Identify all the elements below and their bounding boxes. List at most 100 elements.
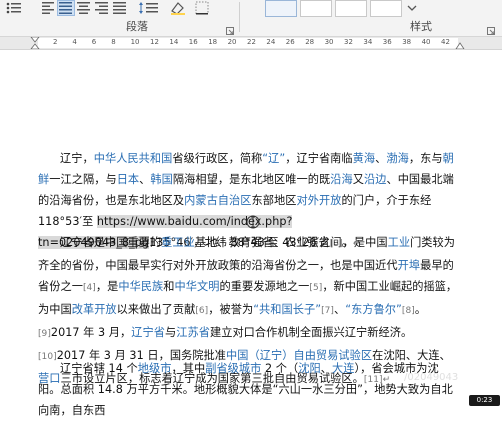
ruler-tick-label: 32 (344, 38, 353, 46)
link-chinese-civilization[interactable]: 中华文明 (175, 280, 220, 293)
text: 与 (165, 326, 177, 339)
text: 辽宁， (60, 152, 94, 165)
link-reform-opening[interactable]: 改革开放 (72, 303, 117, 316)
link-liaoning[interactable]: 辽宁省 (131, 326, 165, 339)
bullet-list-icon[interactable] (4, 0, 24, 16)
citation-mark[interactable]: [6] (195, 306, 208, 316)
text: 、 (334, 303, 346, 316)
horizontal-ruler[interactable]: 2 4 6 8 10 12 14 16 18 20 22 24 26 28 30 32 34 36 38 40 42 (0, 37, 502, 50)
line-spacing-icon[interactable] (137, 0, 161, 16)
link-yellow-sea[interactable]: 黄海 (353, 152, 375, 165)
ruler-tick-label: 34 (363, 38, 373, 46)
first-line-indent-marker-icon[interactable] (30, 37, 40, 49)
text-cursor-icon (246, 215, 260, 229)
align-left-icon[interactable] (40, 0, 58, 16)
text: 2017 年 3 月， (50, 326, 132, 339)
link-japan[interactable]: 日本 (117, 173, 139, 186)
link-bohai[interactable]: 渤海 (386, 152, 408, 165)
paragraph-group-label: 段落 (126, 20, 148, 33)
style-preview[interactable] (370, 0, 402, 17)
link-opening-up[interactable]: 对外开放 (296, 194, 341, 207)
text: 以来做出了贡献 (116, 303, 196, 316)
citation-mark[interactable]: [8] (402, 306, 415, 316)
text: 隔海相望，是东北地区唯一的既 (172, 173, 331, 186)
ruler-tick-label: 36 (382, 38, 392, 46)
link-republic-eldest-son[interactable]: “共和国长子” (253, 303, 321, 316)
text: 建立对口合作机制全面振兴辽宁新经济。 (209, 326, 413, 339)
citation-mark[interactable]: [3] (330, 239, 343, 249)
ribbon-divider (239, 2, 240, 32)
text: ，东与 (408, 152, 443, 165)
text: 基地、教育强省、农业强省 (194, 236, 330, 249)
shading-icon[interactable] (168, 0, 188, 16)
link-eastern-ruhr[interactable]: “东方鲁尔” (345, 303, 402, 316)
text: 东部地区 (251, 194, 297, 207)
citation-mark[interactable]: [4] (83, 283, 96, 293)
text: 2 个（ (261, 362, 299, 375)
video-timer: 0:23 (469, 395, 500, 406)
link-dalian[interactable]: 大连 (332, 362, 354, 375)
link-prefecture-city[interactable]: 地级市 (138, 362, 172, 375)
style-preview[interactable] (300, 0, 332, 17)
watermark-text: /02049043 (404, 372, 459, 383)
ruler-tick-label: 8 (111, 38, 116, 46)
style-preview[interactable] (335, 0, 367, 17)
link-south-korea[interactable]: 韩国 (150, 173, 172, 186)
link-coastal[interactable]: 沿海 (330, 173, 352, 186)
ruler-tick-label: 12 (150, 38, 159, 46)
link-inner-mongolia[interactable]: 内蒙古自治区 (184, 194, 251, 207)
link-jiangsu[interactable]: 江苏省 (176, 326, 210, 339)
text: 辽宁省是中国重要的 (60, 236, 162, 249)
text: ，是中国 (342, 236, 388, 249)
link-shenyang[interactable]: 沈阳 (298, 362, 320, 375)
text: 的重要发源地之一 (219, 280, 310, 293)
link-open-port[interactable]: 开埠 (398, 259, 420, 272)
borders-icon[interactable] (193, 0, 213, 16)
align-center-icon[interactable] (75, 0, 93, 16)
ruler-tick-label: 10 (130, 38, 140, 46)
text: 、 (139, 173, 151, 186)
paragraph-dialog-launcher-icon[interactable] (226, 20, 234, 35)
text: 一江之隔，与 (49, 173, 117, 186)
text: 和 (163, 280, 175, 293)
text: 省级行政区，简称 (172, 152, 263, 165)
ruler-tick-label: 16 (188, 38, 198, 46)
distributed-icon[interactable] (111, 0, 129, 16)
ruler-tick-label: 18 (208, 38, 218, 46)
ruler-tick-label: 28 (305, 38, 315, 46)
ruler-tick-label: 4 (72, 38, 77, 46)
text: 。 (414, 303, 427, 316)
style-preview-selected[interactable] (265, 0, 297, 17)
link-industry[interactable]: 工业 (388, 236, 410, 249)
link-prc[interactable]: 中华人民共和国 (94, 152, 173, 165)
text: 、 (375, 152, 387, 165)
link-sub-provincial-city[interactable]: 副省级城市 (205, 362, 261, 375)
styles-scroll-icon[interactable] (404, 0, 420, 15)
ruler-tick-label: 40 (421, 38, 431, 46)
ruler-tick-label: 26 (285, 38, 295, 46)
paragraph-3[interactable]: 辽宁省辖 14 个地级市，其中副省级城市 2 个（沈阳、大连），省会城市为沈阳。… (38, 358, 458, 421)
citation-mark[interactable]: [7] (321, 306, 334, 316)
ribbon: 段落 样式 (0, 0, 502, 37)
styles-dialog-launcher-icon[interactable] (487, 20, 495, 35)
ruler-tick-label: 42 (441, 38, 450, 46)
text: ，其中 (171, 362, 206, 375)
link-chinese-nation[interactable]: 中华民族 (118, 280, 163, 293)
text: 辽宁省辖 14 个 (60, 362, 138, 375)
ruler-tick-label: 20 (227, 38, 237, 46)
ruler-tick-label: 38 (402, 38, 412, 46)
right-indent-marker-icon[interactable] (455, 41, 465, 49)
ruler-tick-label: 30 (324, 38, 334, 46)
citation-mark[interactable]: [5] (309, 283, 322, 293)
align-justify-icon[interactable] (57, 0, 75, 16)
ruler-tick-label: 6 (91, 38, 97, 46)
ruler-tick-label: 14 (169, 38, 179, 46)
align-right-icon[interactable] (93, 0, 111, 16)
text: 又 (352, 173, 364, 186)
link-liao[interactable]: “辽” (262, 152, 285, 165)
link-heavy-industry[interactable]: 重工业 (161, 236, 195, 249)
link-border[interactable]: 沿边 (364, 173, 386, 186)
text: ，辽宁省南临 (285, 152, 353, 165)
ruler-tick-label: 22 (247, 38, 256, 46)
citation-mark[interactable]: [9] (38, 329, 51, 339)
